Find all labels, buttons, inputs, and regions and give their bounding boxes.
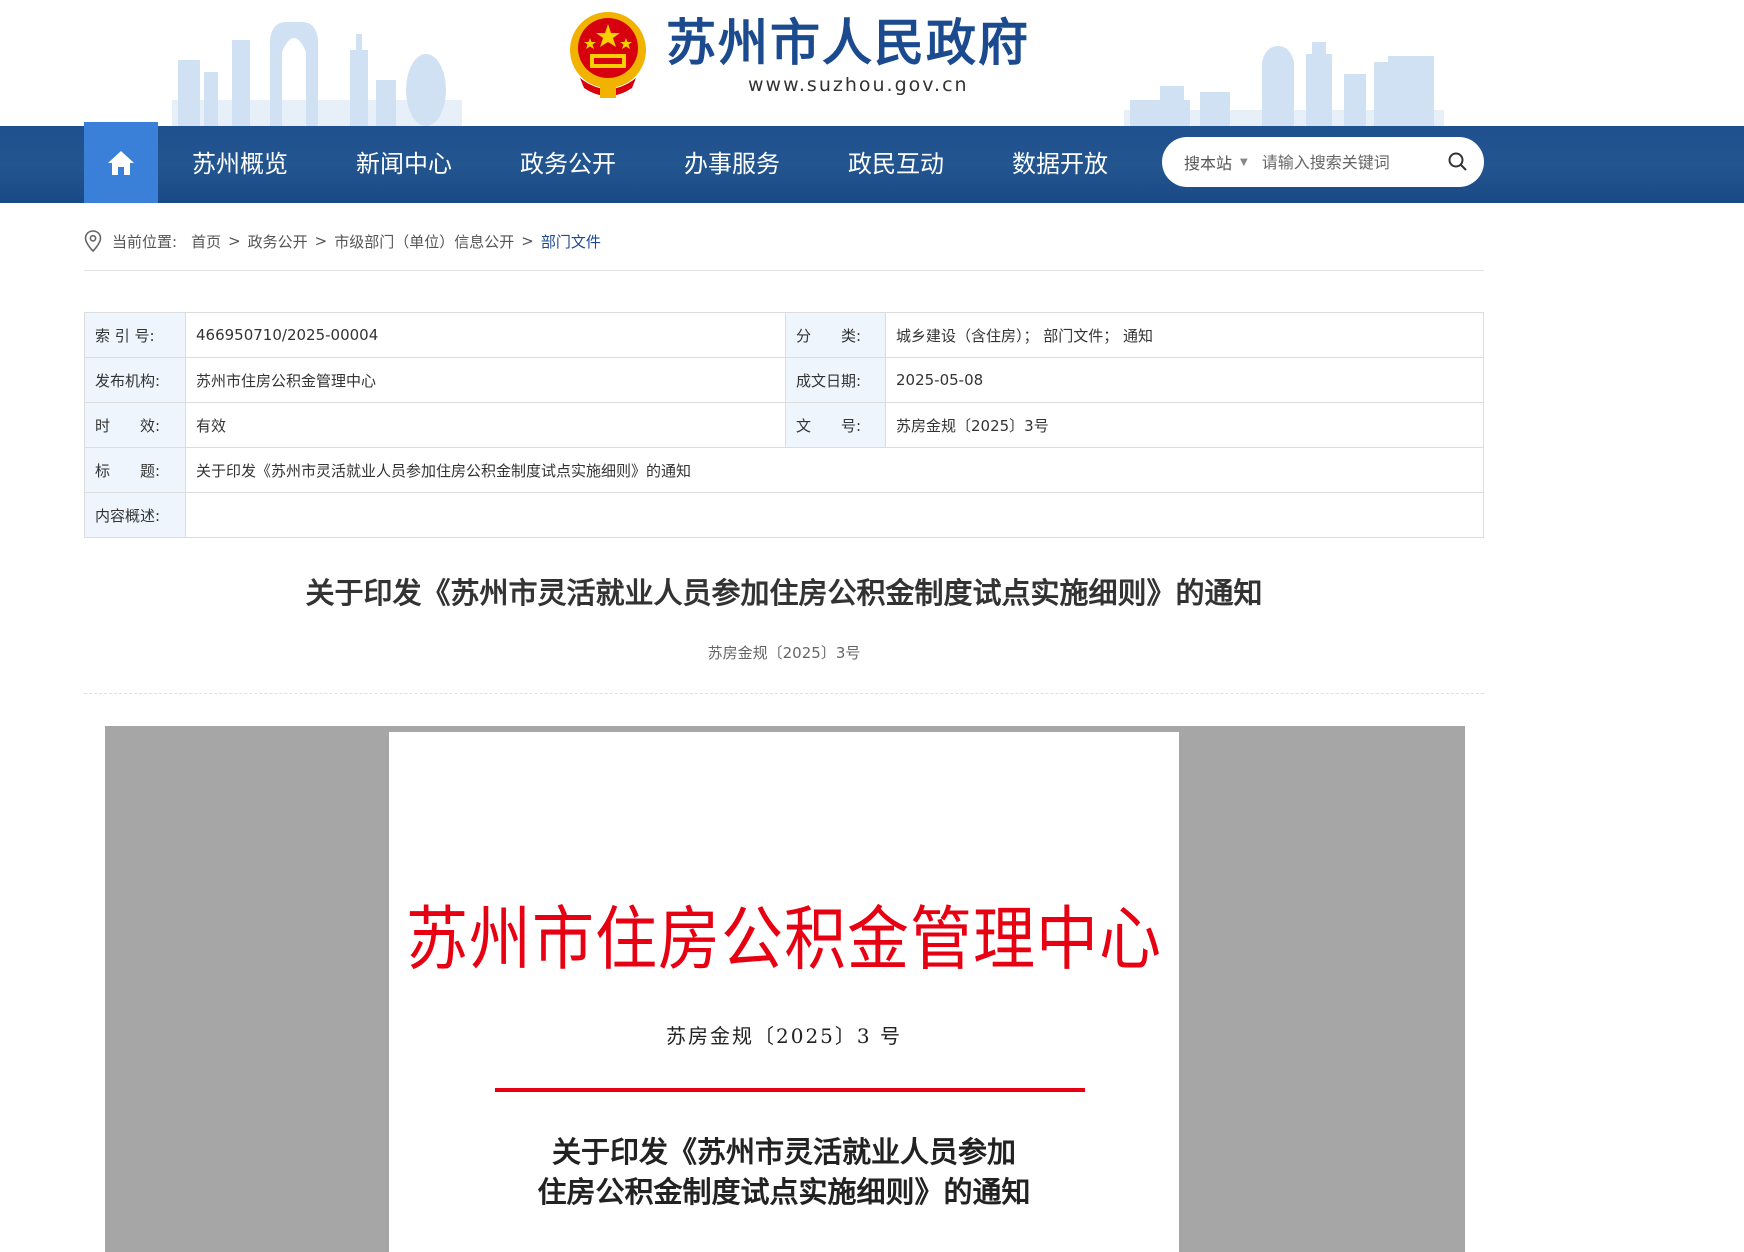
docno-label: 文 号: xyxy=(785,402,886,448)
category-value: 城乡建设（含住房）； 部门文件； 通知 xyxy=(885,312,1484,358)
summary-value xyxy=(185,492,1484,538)
site-brand[interactable]: 苏州市人民政府 www.suzhou.gov.cn xyxy=(566,8,1030,100)
table-row: 内容概述: xyxy=(84,492,1484,538)
site-title: 苏州市人民政府 xyxy=(666,14,1030,72)
breadcrumb-home[interactable]: 首页 xyxy=(191,231,221,252)
city-skyline-left xyxy=(172,22,462,126)
article-divider xyxy=(84,693,1484,694)
breadcrumb-separator: > xyxy=(314,232,328,250)
site-url: www.suzhou.gov.cn xyxy=(748,74,969,96)
nav-item-interaction[interactable]: 政民互动 xyxy=(814,126,978,203)
breadcrumb-separator: > xyxy=(228,232,241,250)
location-pin-icon xyxy=(84,230,102,252)
breadcrumb-separator: > xyxy=(521,232,534,250)
validity-value: 有效 xyxy=(185,402,786,448)
breadcrumb-divider xyxy=(84,270,1484,271)
docno-value: 苏房金规〔2025〕3号 xyxy=(885,402,1484,448)
breadcrumb-city-departments[interactable]: 市级部门（单位）信息公开 xyxy=(334,231,514,252)
nav-item-services[interactable]: 办事服务 xyxy=(650,126,814,203)
search-input[interactable] xyxy=(1261,152,1432,172)
chevron-down-icon[interactable]: ▼ xyxy=(1240,157,1248,168)
table-row: 索 引 号: 466950710/2025-00004 分 类: 城乡建设（含住… xyxy=(84,312,1484,358)
document-title-line-1: 关于印发《苏州市灵活就业人员参加 xyxy=(551,1135,1016,1169)
index-label: 索 引 号: xyxy=(84,312,186,358)
index-value: 466950710/2025-00004 xyxy=(185,312,786,358)
title-label: 标 题: xyxy=(84,447,186,493)
article-title: 关于印发《苏州市灵活就业人员参加住房公积金制度试点实施细则》的通知 xyxy=(305,576,1263,610)
main-nav: 苏州概览 新闻中心 政务公开 办事服务 政民互动 数据开放 搜本站 ▼ xyxy=(0,122,1744,203)
nav-home-button[interactable] xyxy=(84,122,158,203)
search-scope-select[interactable]: 搜本站 xyxy=(1184,150,1232,174)
table-row: 标 题: 关于印发《苏州市灵活就业人员参加住房公积金制度试点实施细则》的通知 xyxy=(84,447,1484,493)
nav-item-suzhou-overview[interactable]: 苏州概览 xyxy=(158,126,322,203)
breadcrumb-gov-affairs[interactable]: 政务公开 xyxy=(248,231,308,252)
title-value: 关于印发《苏州市灵活就业人员参加住房公积金制度试点实施细则》的通知 xyxy=(185,447,1484,493)
document-meta-table: 索 引 号: 466950710/2025-00004 分 类: 城乡建设（含住… xyxy=(84,312,1484,538)
document-red-rule xyxy=(495,1088,1085,1092)
nav-item-news-center[interactable]: 新闻中心 xyxy=(322,126,486,203)
site-header: 苏州市人民政府 www.suzhou.gov.cn xyxy=(0,0,1744,126)
date-value: 2025-05-08 xyxy=(885,357,1484,403)
national-emblem-icon xyxy=(570,12,646,98)
issuer-label: 发布机构: xyxy=(84,357,186,403)
date-label: 成文日期: xyxy=(785,357,886,403)
validity-label: 时 效: xyxy=(84,402,186,448)
table-row: 时 效: 有效 文 号: 苏房金规〔2025〕3号 xyxy=(84,402,1484,448)
breadcrumb-dept-documents[interactable]: 部门文件 xyxy=(541,231,601,252)
search-box: 搜本站 ▼ xyxy=(1162,137,1484,187)
document-title-line-2: 住房公积金制度试点实施细则》的通知 xyxy=(537,1175,1031,1209)
breadcrumb: 当前位置: 首页 > 政务公开 > 市级部门（单位）信息公开 > 部门文件 xyxy=(84,226,601,256)
document-viewer[interactable]: 苏州市住房公积金管理中心 苏房金规〔2025〕3 号 关于印发《苏州市灵活就业人… xyxy=(105,726,1465,1252)
home-icon xyxy=(108,150,134,175)
breadcrumb-prefix: 当前位置: xyxy=(112,232,178,251)
search-icon[interactable] xyxy=(1446,150,1470,174)
document-page: 苏州市住房公积金管理中心 苏房金规〔2025〕3 号 关于印发《苏州市灵活就业人… xyxy=(389,732,1179,1252)
document-title: 关于印发《苏州市灵活就业人员参加 住房公积金制度试点实施细则》的通知 xyxy=(389,1132,1179,1212)
table-row: 发布机构: 苏州市住房公积金管理中心 成文日期: 2025-05-08 xyxy=(84,357,1484,403)
document-org-header: 苏州市住房公积金管理中心 xyxy=(405,898,1162,981)
summary-label: 内容概述: xyxy=(84,492,186,538)
city-skyline-right xyxy=(1124,42,1444,126)
article-doc-number: 苏房金规〔2025〕3号 xyxy=(707,644,861,662)
nav-item-government-affairs[interactable]: 政务公开 xyxy=(486,126,650,203)
nav-item-open-data[interactable]: 数据开放 xyxy=(978,126,1142,203)
category-label: 分 类: xyxy=(785,312,886,358)
document-number: 苏房金规〔2025〕3 号 xyxy=(666,1024,902,1048)
issuer-value: 苏州市住房公积金管理中心 xyxy=(185,357,786,403)
